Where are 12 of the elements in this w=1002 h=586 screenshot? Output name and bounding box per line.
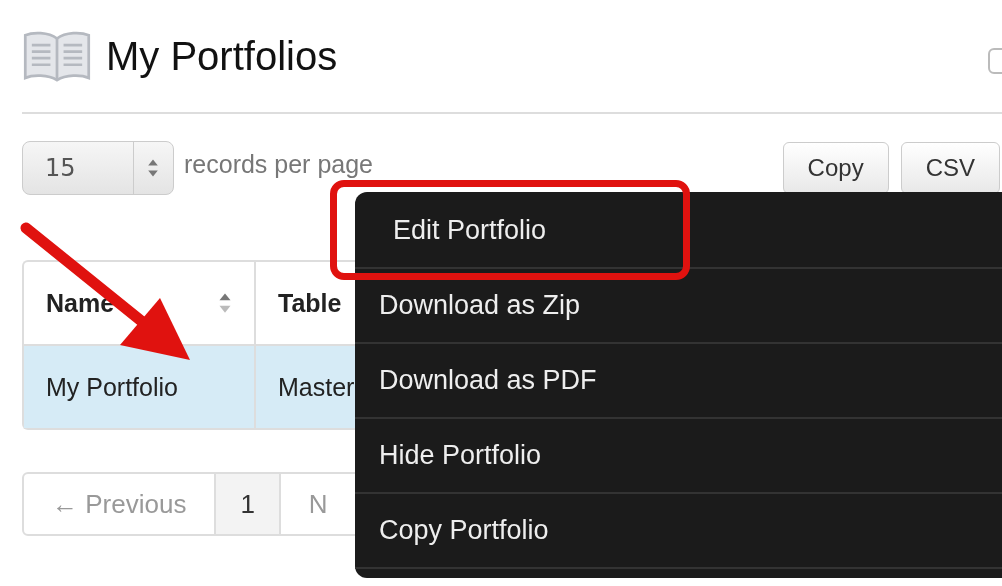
page-size-select[interactable]: 15 (22, 141, 174, 195)
records-per-page-label: records per page (184, 149, 373, 179)
sort-icon (218, 292, 232, 314)
page-title: My Portfolios (106, 33, 338, 79)
page-button[interactable]: 1 (214, 472, 281, 536)
menu-item[interactable]: Edit Portfolio (355, 194, 1002, 269)
export-button[interactable]: Copy (782, 142, 889, 194)
table-cell-text: Master (277, 371, 356, 403)
menu-item[interactable]: Download as Zip (355, 269, 1002, 344)
export-button[interactable]: CSV (900, 142, 1000, 194)
menu-item[interactable]: Download as PDF (355, 344, 1002, 419)
book-icon (22, 29, 92, 83)
